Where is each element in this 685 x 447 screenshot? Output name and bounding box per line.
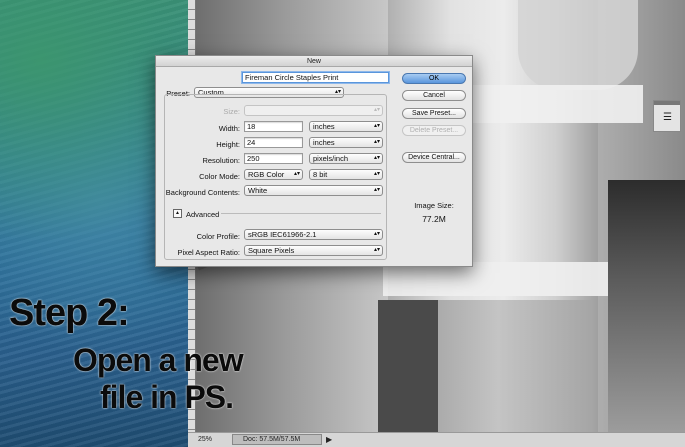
- cancel-button[interactable]: Cancel: [402, 90, 466, 101]
- delete-preset-button[interactable]: Delete Preset...: [402, 125, 466, 136]
- adjustments-icon[interactable]: ☰: [660, 112, 675, 124]
- save-preset-button[interactable]: Save Preset...: [402, 108, 466, 119]
- width-field[interactable]: 18: [244, 121, 303, 132]
- disclosure-triangle-icon[interactable]: ▲: [173, 209, 182, 218]
- color-mode-label: Color Mode:: [199, 172, 240, 181]
- chevron-updown-icon: ▴▾: [373, 155, 380, 161]
- panel-grip[interactable]: [654, 101, 680, 105]
- color-profile-select[interactable]: sRGB IEC61966-2.1 ▴▾: [244, 229, 383, 240]
- image-size-label: Image Size:: [414, 201, 454, 210]
- new-document-dialog: New Name: Fireman Circle Staples Print P…: [155, 55, 473, 267]
- height-unit-value: inches: [313, 138, 335, 147]
- size-label: Size:: [223, 107, 240, 116]
- name-field[interactable]: Fireman Circle Staples Print: [242, 72, 389, 83]
- document-status-bar: 25% Doc: 57.5M/57.5M ▶: [188, 432, 685, 447]
- step-instruction-line1: Open a new: [73, 342, 244, 378]
- advanced-label[interactable]: Advanced: [186, 210, 219, 219]
- height-unit-select[interactable]: inches ▴▾: [309, 137, 383, 148]
- background-contents-label: Background Contents:: [165, 188, 240, 197]
- chevron-updown-icon: ▴▾: [373, 187, 380, 193]
- chevron-updown-icon: ▴▾: [373, 139, 380, 145]
- doc-size-readout[interactable]: Doc: 57.5M/57.5M: [232, 434, 322, 445]
- ok-button[interactable]: OK: [402, 73, 466, 84]
- chevron-updown-icon: ▴▾: [373, 171, 380, 177]
- photo-reflective-stripe: [383, 262, 643, 296]
- photo-background-right: [608, 180, 685, 432]
- color-profile-value: sRGB IEC61966-2.1: [248, 230, 317, 239]
- size-select[interactable]: ▴▾: [244, 105, 383, 116]
- chevron-updown-icon: ▴▾: [373, 123, 380, 129]
- step-title: Step 2:: [9, 292, 130, 334]
- resolution-field[interactable]: 250: [244, 153, 303, 164]
- resolution-label: Resolution:: [202, 156, 240, 165]
- width-label: Width:: [218, 124, 240, 133]
- device-central-button[interactable]: Device Central...: [402, 152, 466, 163]
- pixel-aspect-ratio-value: Square Pixels: [248, 246, 295, 255]
- status-menu-arrow-icon[interactable]: ▶: [326, 435, 332, 444]
- chevron-updown-icon: ▴▾: [373, 247, 380, 253]
- width-unit-select[interactable]: inches ▴▾: [309, 121, 383, 132]
- chevron-updown-icon: ▴▾: [373, 231, 380, 237]
- zoom-level[interactable]: 25%: [198, 436, 212, 443]
- collapsed-panel[interactable]: ☰: [653, 100, 681, 132]
- background-contents-select[interactable]: White ▴▾: [244, 185, 383, 196]
- height-field[interactable]: 24: [244, 137, 303, 148]
- color-profile-label: Color Profile:: [196, 232, 240, 241]
- resolution-unit-value: pixels/inch: [313, 154, 349, 163]
- pixel-aspect-ratio-label: Pixel Aspect Ratio:: [177, 248, 240, 257]
- pixel-aspect-ratio-select[interactable]: Square Pixels ▴▾: [244, 245, 383, 256]
- dialog-title: New: [156, 56, 472, 67]
- resolution-unit-select[interactable]: pixels/inch ▴▾: [309, 153, 383, 164]
- advanced-divider: [221, 213, 381, 214]
- color-mode-value: RGB Color: [248, 170, 285, 179]
- height-label: Height:: [216, 140, 240, 149]
- chevron-updown-icon: ▴▾: [293, 171, 300, 177]
- bit-depth-select[interactable]: 8 bit ▴▾: [309, 169, 383, 180]
- image-size-value: 77.2M: [422, 214, 446, 224]
- bit-depth-value: 8 bit: [313, 170, 328, 179]
- background-contents-value: White: [248, 186, 268, 195]
- chevron-updown-icon: ▴▾: [373, 107, 380, 113]
- photo-shadow: [378, 300, 438, 432]
- photo-firefighter-arm: [518, 0, 638, 90]
- step-instruction-line2: file in PS.: [100, 379, 234, 415]
- width-unit-value: inches: [313, 122, 335, 131]
- color-mode-select[interactable]: RGB Color ▴▾: [244, 169, 303, 180]
